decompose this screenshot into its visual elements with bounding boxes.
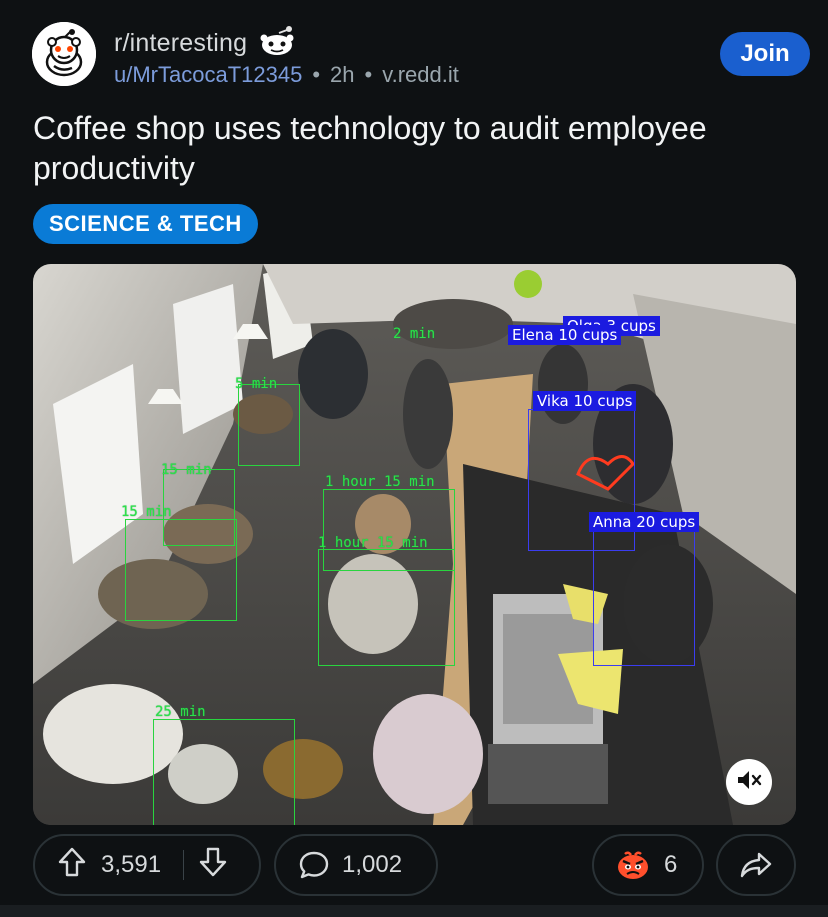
dwell-time-label: 5 min bbox=[235, 376, 278, 392]
post-time: 2h bbox=[330, 62, 355, 87]
upvote-button[interactable] bbox=[57, 846, 87, 885]
vote-count: 3,591 bbox=[101, 851, 162, 878]
post-domain[interactable]: v.redd.it bbox=[382, 62, 459, 88]
video-player[interactable]: 2 min 5 min 15 min 15 min 1 hour 15 min … bbox=[33, 264, 796, 825]
post-meta: u/MrTacocaT12345 • 2h • v.redd.it bbox=[114, 62, 459, 88]
comment-count: 1,002 bbox=[342, 851, 403, 878]
dwell-time-label: 15 min bbox=[161, 462, 212, 478]
community-row: r/interesting bbox=[114, 24, 297, 63]
award-button[interactable]: 6 bbox=[592, 834, 704, 896]
next-post-edge bbox=[0, 905, 828, 917]
meta-separator: • bbox=[364, 62, 373, 87]
subreddit-avatar-icon[interactable] bbox=[32, 22, 96, 86]
speaker-muted-icon bbox=[736, 769, 762, 796]
cup-count-label: Vika 10 cups bbox=[533, 391, 637, 411]
detection-box bbox=[153, 719, 295, 825]
share-button[interactable] bbox=[716, 834, 796, 896]
meta-separator: • bbox=[312, 62, 321, 87]
post-flair[interactable]: SCIENCE & TECH bbox=[33, 204, 258, 244]
dwell-time-label: 25 min bbox=[155, 704, 206, 720]
vote-divider bbox=[183, 850, 185, 880]
comments-button[interactable]: 1,002 bbox=[274, 834, 438, 896]
share-icon bbox=[740, 851, 772, 879]
author-username[interactable]: u/MrTacocaT12345 bbox=[114, 62, 302, 88]
post-title[interactable]: Coffee shop uses technology to audit emp… bbox=[33, 108, 803, 188]
vote-control: 3,591 bbox=[33, 834, 261, 896]
detection-box bbox=[318, 549, 455, 666]
detection-box bbox=[238, 384, 300, 466]
cup-count-label: Elena 10 cups bbox=[508, 325, 622, 345]
snoo-badge-icon bbox=[257, 24, 297, 63]
downvote-button[interactable] bbox=[198, 846, 228, 885]
arrow-down-icon bbox=[198, 846, 228, 885]
dwell-time-label: 1 hour 15 min bbox=[325, 474, 435, 490]
join-button[interactable]: Join bbox=[720, 32, 810, 76]
dwell-time-label: 15 min bbox=[121, 504, 172, 520]
mute-button[interactable] bbox=[726, 759, 772, 805]
dwell-time-label: 2 min bbox=[393, 326, 436, 342]
detection-box bbox=[125, 519, 237, 621]
award-icon bbox=[616, 850, 650, 880]
community-name[interactable]: r/interesting bbox=[114, 29, 247, 58]
speech-bubble-icon bbox=[298, 850, 330, 880]
dwell-time-label: 1 hour 15 min bbox=[318, 535, 428, 551]
post-card: r/interesting u/MrTacocaT12345 • 2h • v.… bbox=[0, 0, 828, 905]
award-count: 6 bbox=[664, 851, 678, 878]
detection-box bbox=[593, 529, 695, 666]
arrow-up-icon bbox=[57, 846, 87, 885]
cup-count-label: Anna 20 cups bbox=[589, 512, 700, 532]
